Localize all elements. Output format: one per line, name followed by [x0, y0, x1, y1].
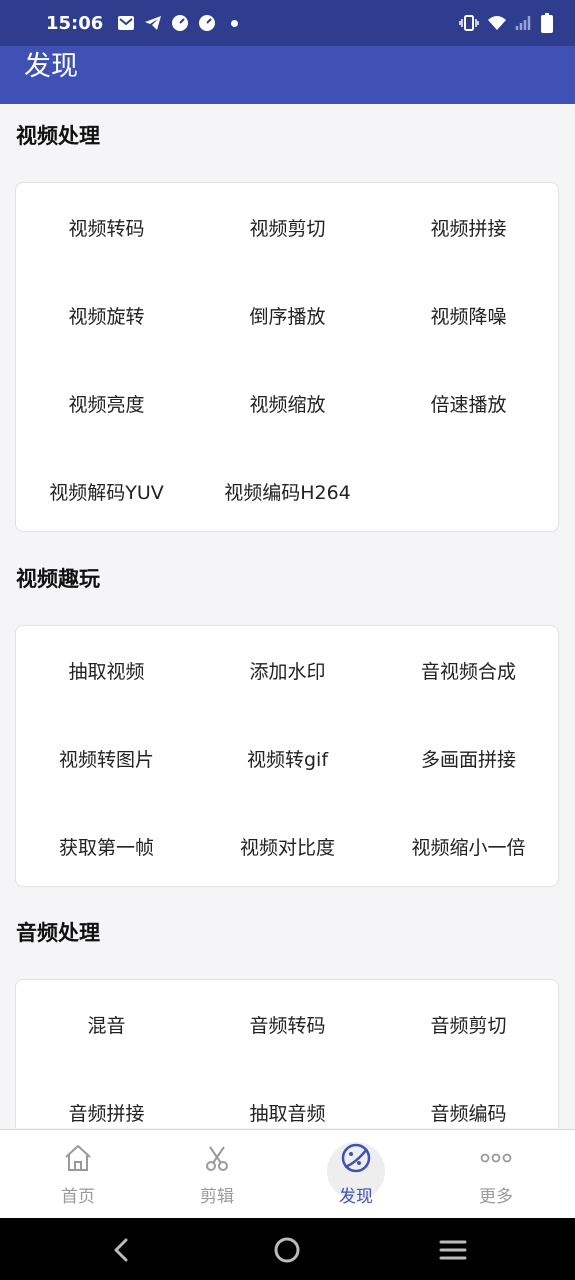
- feature-item[interactable]: 视频解码YUV: [16, 471, 197, 511]
- nav-label: 剪辑: [200, 1187, 234, 1207]
- section-title-video-processing: 视频处理: [16, 124, 100, 148]
- nav-tab-discover[interactable]: 发现: [286, 1130, 426, 1218]
- section-title-audio-processing: 音频处理: [16, 921, 100, 945]
- feature-item[interactable]: 抽取音频: [197, 1092, 378, 1128]
- back-button[interactable]: [102, 1230, 142, 1270]
- recents-button[interactable]: [433, 1230, 473, 1270]
- home-button[interactable]: [267, 1230, 307, 1270]
- circle-home-icon: [274, 1237, 300, 1263]
- nav-label: 更多: [479, 1187, 513, 1207]
- vibrate-icon: [459, 15, 479, 31]
- feature-item[interactable]: 倍速播放: [378, 383, 559, 423]
- system-icons: [459, 13, 553, 33]
- app-bar: 发现: [0, 46, 575, 104]
- feature-item[interactable]: 倒序播放: [197, 295, 378, 335]
- nav-tab-more[interactable]: 更多: [426, 1130, 566, 1218]
- nav-label: 首页: [61, 1187, 95, 1207]
- feature-item[interactable]: 添加水印: [197, 650, 378, 690]
- back-icon: [114, 1238, 128, 1262]
- page-title: 发现: [24, 51, 78, 82]
- mail-icon: [118, 16, 135, 30]
- discover-icon: [338, 1140, 374, 1176]
- feature-item[interactable]: 视频拼接: [378, 207, 559, 247]
- speedometer-icon: [199, 15, 216, 31]
- video-fun-card: 抽取视频 添加水印 音视频合成 视频转图片 视频转gif 多画面拼接 获取第一帧…: [15, 625, 559, 887]
- bottom-navigation: 首页 剪辑 发现 更多: [0, 1129, 575, 1218]
- nav-tab-home[interactable]: 首页: [8, 1130, 148, 1218]
- menu-icon: [439, 1240, 467, 1260]
- feature-item[interactable]: 视频转gif: [197, 738, 378, 778]
- audio-processing-card: 混音 音频转码 音频剪切 音频拼接 抽取音频 音频编码: [15, 979, 559, 1128]
- feature-item[interactable]: 视频缩小一倍: [378, 826, 559, 866]
- wifi-icon: [488, 16, 506, 30]
- home-icon: [60, 1140, 96, 1176]
- battery-icon: [541, 13, 553, 33]
- scissors-icon: [199, 1140, 235, 1176]
- more-icon: [478, 1140, 514, 1176]
- feature-item[interactable]: 视频编码H264: [197, 471, 378, 511]
- feature-item[interactable]: 混音: [16, 1004, 197, 1044]
- status-time: 15:06: [46, 12, 104, 34]
- feature-item[interactable]: 视频转码: [16, 207, 197, 247]
- feature-item[interactable]: 音频编码: [378, 1092, 559, 1128]
- feature-item[interactable]: 视频亮度: [16, 383, 197, 423]
- feature-item[interactable]: 音频拼接: [16, 1092, 197, 1128]
- feature-item[interactable]: 视频剪切: [197, 207, 378, 247]
- status-bar: 15:06: [0, 0, 575, 46]
- nav-label: 发现: [339, 1187, 373, 1207]
- feature-item[interactable]: 多画面拼接: [378, 738, 559, 778]
- feature-item[interactable]: 视频旋转: [16, 295, 197, 335]
- feature-item[interactable]: 视频对比度: [197, 826, 378, 866]
- system-navigation-bar: [0, 1218, 575, 1280]
- video-processing-card: 视频转码 视频剪切 视频拼接 视频旋转 倒序播放 视频降噪 视频亮度 视频缩放 …: [15, 182, 559, 532]
- discover-content[interactable]: 视频处理 视频转码 视频剪切 视频拼接 视频旋转 倒序播放 视频降噪 视频亮度 …: [0, 104, 575, 1128]
- feature-item[interactable]: 音频剪切: [378, 1004, 559, 1044]
- nav-tab-edit[interactable]: 剪辑: [147, 1130, 287, 1218]
- feature-item[interactable]: 抽取视频: [16, 650, 197, 690]
- section-title-video-fun: 视频趣玩: [16, 567, 100, 591]
- feature-item[interactable]: 视频降噪: [378, 295, 559, 335]
- feature-item[interactable]: 视频缩放: [197, 383, 378, 423]
- feature-item[interactable]: 音视频合成: [378, 650, 559, 690]
- feature-item[interactable]: 音频转码: [197, 1004, 378, 1044]
- notification-icons: [117, 14, 239, 32]
- speedometer-icon: [172, 15, 189, 31]
- signal-icon: [515, 16, 531, 30]
- dot-icon: [231, 19, 239, 27]
- telegram-icon: [145, 16, 162, 30]
- feature-item[interactable]: 获取第一帧: [16, 826, 197, 866]
- feature-item[interactable]: 视频转图片: [16, 738, 197, 778]
